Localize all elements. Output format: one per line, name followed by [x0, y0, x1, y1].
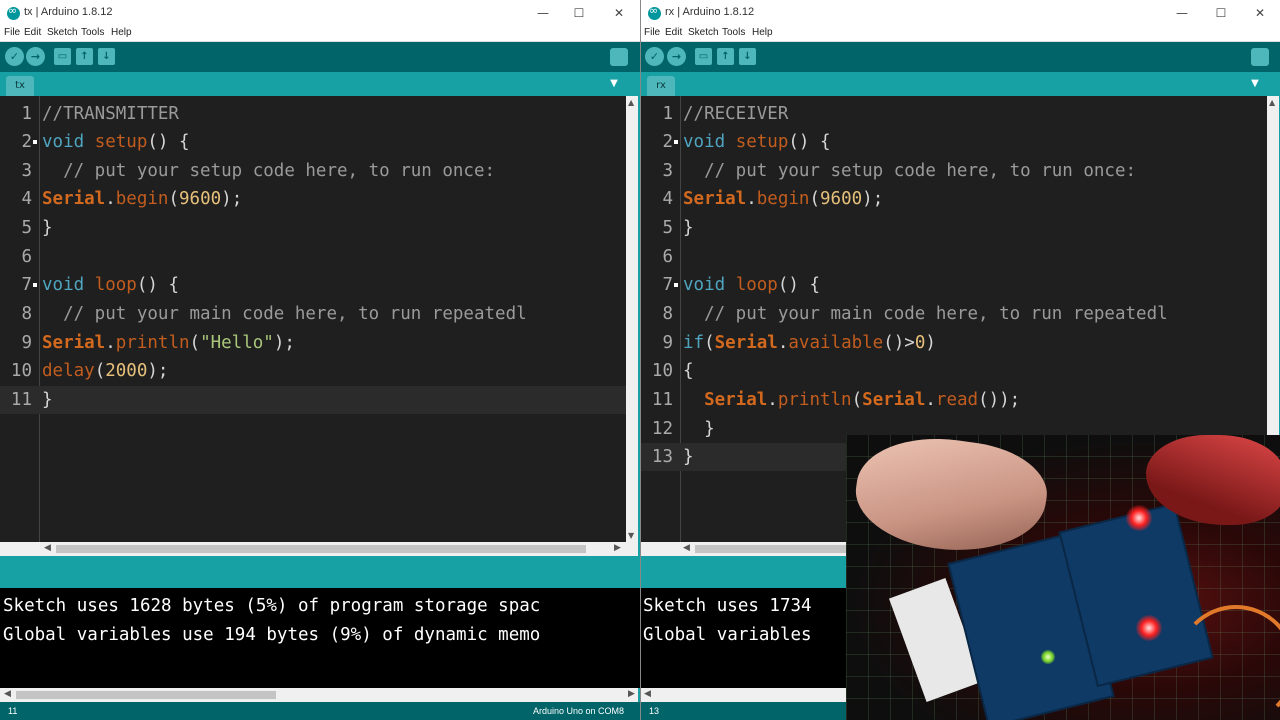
verify-icon[interactable]: ✓ — [5, 47, 24, 66]
upload-icon[interactable]: → — [26, 47, 45, 66]
tx-window-title: tx | Arduino 1.8.12 — [24, 6, 113, 18]
red-led-glow — [1136, 615, 1162, 641]
console-line: Global variables — [643, 625, 812, 645]
scroll-left-icon[interactable]: ◀ — [44, 543, 51, 553]
tx-menubar: File Edit Sketch Tools Help — [0, 26, 640, 42]
code-line: 2 void setup() { — [21, 132, 190, 152]
maximize-button[interactable]: ☐ — [564, 3, 594, 23]
close-button[interactable]: ✕ — [1245, 3, 1275, 23]
code-line: 7 void loop() { — [21, 275, 180, 295]
close-button[interactable]: ✕ — [604, 3, 634, 23]
code-line: 9 Serial.println("Hello"); — [21, 333, 295, 353]
menu-sketch[interactable]: Sketch — [688, 27, 719, 38]
tab-tx[interactable]: tx — [6, 76, 34, 96]
save-sketch-icon[interactable]: ↓ — [739, 48, 756, 65]
open-sketch-icon[interactable]: ↑ — [717, 48, 734, 65]
tx-console: Sketch uses 1628 bytes (5%) of program s… — [0, 588, 640, 688]
green-led-glow — [1041, 650, 1055, 664]
code-line: 1//RECEIVER — [662, 104, 789, 124]
code-line: 6 — [21, 247, 32, 267]
code-line: 7 void loop() { — [662, 275, 821, 295]
console-line: Global variables use 194 bytes (9%) of d… — [3, 625, 541, 645]
tab-menu-icon[interactable]: ▼ — [1247, 77, 1263, 91]
console-line: Sketch uses 1628 bytes (5%) of program s… — [3, 596, 541, 616]
menu-help[interactable]: Help — [111, 27, 132, 38]
minimize-button[interactable]: — — [528, 3, 558, 23]
code-line: 11 Serial.println(Serial.read()); — [651, 390, 1021, 410]
line-number-status: 13 — [649, 706, 660, 716]
menu-help[interactable]: Help — [752, 27, 773, 38]
arduino-logo-icon — [7, 4, 20, 20]
webcam-overlay — [846, 435, 1280, 720]
menu-edit[interactable]: Edit — [24, 27, 41, 38]
tx-titlebar: tx | Arduino 1.8.12 — ☐ ✕ — [0, 0, 640, 26]
tx-window: tx | Arduino 1.8.12 — ☐ ✕ File Edit Sket… — [0, 0, 640, 720]
serial-monitor-icon[interactable] — [1251, 48, 1269, 66]
rx-titlebar: rx | Arduino 1.8.12 — ☐ ✕ — [641, 0, 1280, 26]
upload-icon[interactable]: → — [667, 47, 686, 66]
code-line: 10 delay(2000); — [10, 361, 169, 381]
rx-window-title: rx | Arduino 1.8.12 — [665, 6, 755, 18]
menu-sketch[interactable]: Sketch — [47, 27, 78, 38]
code-line: 10{ — [651, 361, 694, 381]
scrollbar-thumb[interactable] — [16, 691, 276, 699]
save-sketch-icon[interactable]: ↓ — [98, 48, 115, 65]
rx-toolbar: ✓ → ▭ ↑ ↓ — [641, 42, 1280, 72]
new-sketch-icon[interactable]: ▭ — [695, 48, 712, 65]
tx-tabbar: tx ▼ — [0, 72, 640, 96]
scroll-left-icon[interactable]: ◀ — [683, 543, 690, 553]
scroll-right-icon[interactable]: ▶ — [628, 689, 635, 699]
rx-tabbar: rx ▼ — [641, 72, 1280, 96]
board-status: Arduino Uno on COM8 — [532, 706, 624, 716]
line-number-status: 11 — [8, 706, 18, 716]
menu-tools[interactable]: Tools — [81, 27, 104, 38]
scroll-right-icon[interactable]: ▶ — [614, 543, 621, 553]
scroll-left-icon[interactable]: ◀ — [644, 689, 651, 699]
tab-menu-icon[interactable]: ▼ — [606, 77, 622, 91]
message-bar — [0, 562, 640, 588]
verify-icon[interactable]: ✓ — [645, 47, 664, 66]
code-line: 3 // put your setup code here, to run on… — [21, 161, 496, 181]
minimize-button[interactable]: — — [1167, 3, 1197, 23]
code-line: 1//TRANSMITTER — [21, 104, 179, 124]
scrollbar-thumb[interactable] — [56, 545, 586, 553]
code-line: 8 // put your main code here, to run rep… — [662, 304, 1168, 324]
code-line: 3 // put your setup code here, to run on… — [662, 161, 1137, 181]
scroll-up-icon[interactable]: ▲ — [628, 98, 634, 107]
code-line: 8 // put your main code here, to run rep… — [21, 304, 527, 324]
menu-tools[interactable]: Tools — [722, 27, 745, 38]
maximize-button[interactable]: ☐ — [1206, 3, 1236, 23]
scroll-down-icon[interactable]: ▼ — [628, 531, 634, 540]
code-line: 5} — [21, 218, 53, 238]
editor-vertical-scrollbar[interactable]: ▲ ▼ — [626, 96, 638, 542]
code-line: 4 Serial.begin(9600); — [21, 189, 243, 209]
code-line: 2 void setup() { — [662, 132, 831, 152]
menu-file[interactable]: File — [4, 27, 20, 38]
menu-file[interactable]: File — [644, 27, 660, 38]
open-sketch-icon[interactable]: ↑ — [76, 48, 93, 65]
tx-toolbar: ✓ → ▭ ↑ ↓ — [0, 42, 640, 72]
arduino-logo-icon — [648, 4, 661, 20]
serial-monitor-icon[interactable] — [610, 48, 628, 66]
tx-statusbar: 11 Arduino Uno on COM8 — [0, 702, 640, 720]
code-line: 9 if(Serial.available()>0) — [662, 333, 936, 353]
code-line: 5} — [662, 218, 694, 238]
red-led-glow — [1126, 505, 1152, 531]
current-code-line: 11} — [0, 386, 626, 414]
menu-edit[interactable]: Edit — [665, 27, 682, 38]
scroll-left-icon[interactable]: ◀ — [4, 689, 11, 699]
tab-rx[interactable]: rx — [647, 76, 675, 96]
scroll-up-icon[interactable]: ▲ — [1269, 98, 1275, 107]
console-horizontal-scrollbar[interactable]: ◀ ▶ — [0, 688, 638, 702]
editor-horizontal-scrollbar[interactable]: ◀ ▶ — [0, 542, 638, 556]
rx-menubar: File Edit Sketch Tools Help — [641, 26, 1280, 42]
tx-code-editor[interactable]: 1//TRANSMITTER 2 void setup() { 3 // put … — [0, 96, 626, 542]
new-sketch-icon[interactable]: ▭ — [54, 48, 71, 65]
code-line: 4 Serial.begin(9600); — [662, 189, 884, 209]
console-line: Sketch uses 1734 — [643, 596, 812, 616]
code-line: 6 — [662, 247, 673, 267]
